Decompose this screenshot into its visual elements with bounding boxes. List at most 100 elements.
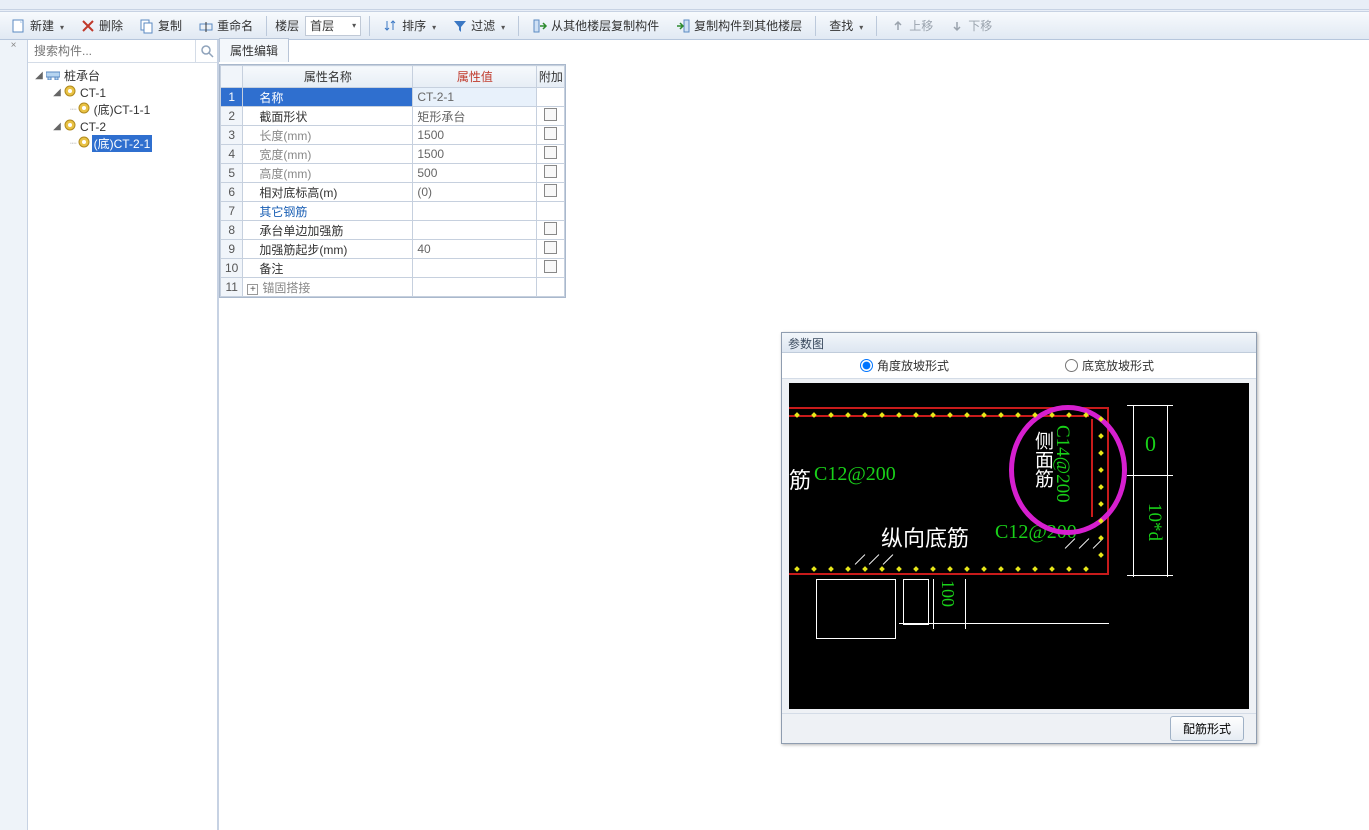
menubar-stub: [0, 0, 1369, 10]
table-row[interactable]: 8 承台单边加强筋: [221, 221, 565, 240]
move-up-button[interactable]: 上移: [885, 15, 938, 37]
component-tree[interactable]: ◢ 桩承台 ◢ CT-1 ┈ (底)CT-1-1 ◢ CT-2 ┈: [28, 63, 217, 830]
filter-button[interactable]: 过滤: [447, 15, 510, 37]
rebar-form-button[interactable]: 配筋形式: [1170, 716, 1244, 741]
collapse-icon[interactable]: ◢: [52, 87, 62, 98]
pile-cap-icon: [46, 68, 60, 83]
arrow-down-icon: [949, 18, 965, 34]
chevron-down-icon[interactable]: [57, 19, 64, 33]
copy-icon: [139, 18, 155, 34]
table-row[interactable]: 3 长度(mm) 1500: [221, 126, 565, 145]
delete-button[interactable]: 删除: [75, 15, 128, 37]
delete-icon: [80, 18, 96, 34]
search-bar: [28, 40, 217, 63]
panel-title[interactable]: 参数图: [782, 333, 1256, 353]
table-row[interactable]: 6 相对底标高(m) (0): [221, 183, 565, 202]
table-row[interactable]: 9 加强筋起步(mm) 40: [221, 240, 565, 259]
table-row[interactable]: 2 截面形状 矩形承台: [221, 107, 565, 126]
parameter-diagram-panel[interactable]: 参数图 角度放坡形式 底宽放坡形式 筋 C12@200 纵向底筋 C12@200…: [781, 332, 1257, 744]
tree-root-label: 桩承台: [62, 67, 102, 84]
filter-icon: [452, 18, 468, 34]
tree-root[interactable]: ◢ 桩承台: [30, 67, 215, 84]
radio-width-slope[interactable]: 底宽放坡形式: [1065, 357, 1154, 374]
left-gutter: ×: [0, 40, 28, 830]
checkbox-icon: [544, 184, 557, 197]
separator: [876, 16, 877, 36]
diagram-value: C12@200: [814, 463, 896, 486]
arrow-up-icon: [890, 18, 906, 34]
separator: [518, 16, 519, 36]
table-row[interactable]: 1 名称 CT-2-1: [221, 88, 565, 107]
chevron-down-icon[interactable]: [498, 19, 505, 33]
checkbox-icon: [544, 222, 557, 235]
radio-angle-slope[interactable]: 角度放坡形式: [860, 357, 949, 374]
table-header: 属性名称 属性值 附加: [221, 66, 565, 88]
gear-icon: [64, 85, 76, 100]
table-row[interactable]: 11 +锚固搭接: [221, 278, 565, 297]
copy-from-label: 从其他楼层复制构件: [551, 17, 659, 34]
copy-to-other-button[interactable]: 复制构件到其他楼层: [670, 15, 807, 37]
tree-ct2-label: CT-2: [78, 120, 108, 134]
highlight-ellipse: [1009, 405, 1127, 535]
checkbox-icon: [544, 260, 557, 273]
tree-ct2[interactable]: ◢ CT-2: [30, 118, 215, 135]
table-row[interactable]: 4 宽度(mm) 1500: [221, 145, 565, 164]
floor-label: 楼层: [275, 17, 299, 34]
search-input[interactable]: [28, 40, 195, 62]
copy-from-icon: [532, 18, 548, 34]
search-icon[interactable]: [195, 40, 217, 62]
table-row[interactable]: 7 其它钢筋: [221, 202, 565, 221]
tree-line: ┈: [70, 103, 76, 116]
tree-panel: ◢ 桩承台 ◢ CT-1 ┈ (底)CT-1-1 ◢ CT-2 ┈: [28, 40, 218, 830]
checkbox-icon: [544, 241, 557, 254]
chevron-down-icon[interactable]: [856, 19, 863, 33]
diagram-label: 筋: [789, 463, 811, 495]
floor-select[interactable]: 首层 ▾: [305, 16, 361, 36]
diagram-dim-10d: 10*d: [1143, 503, 1165, 541]
close-corner-icon[interactable]: ×: [0, 40, 27, 56]
copy-label: 复制: [158, 17, 182, 34]
panel-button-row: 配筋形式: [782, 713, 1256, 743]
gear-icon: [78, 136, 90, 151]
tree-ct2-child[interactable]: ┈ (底)CT-2-1: [30, 135, 215, 152]
expand-icon[interactable]: +: [247, 284, 258, 295]
find-button[interactable]: 查找: [824, 15, 868, 37]
checkbox-icon: [544, 165, 557, 178]
copy-from-other-button[interactable]: 从其他楼层复制构件: [527, 15, 664, 37]
rebar-diagram-canvas[interactable]: 筋 C12@200 纵向底筋 C12@200 侧面筋 C14@200 0 10*…: [789, 383, 1249, 709]
copy-button[interactable]: 复制: [134, 15, 187, 37]
diagram-label: 纵向底筋: [881, 521, 969, 553]
collapse-icon[interactable]: ◢: [52, 121, 62, 132]
new-icon: [11, 18, 27, 34]
tab-property-edit[interactable]: 属性编辑: [219, 38, 289, 62]
new-button[interactable]: 新建: [6, 15, 69, 37]
sort-button[interactable]: 排序: [378, 15, 441, 37]
gear-icon: [64, 119, 76, 134]
find-label: 查找: [829, 17, 853, 34]
rename-icon: [198, 18, 214, 34]
delete-label: 删除: [99, 17, 123, 34]
diagram-dim-zero: 0: [1145, 431, 1156, 457]
slope-radio-group: 角度放坡形式 底宽放坡形式: [782, 353, 1256, 379]
toolbar: 新建 删除 复制 重命名 楼层 首层 ▾ 排序 过滤: [0, 12, 1369, 40]
table-row[interactable]: 10 备注: [221, 259, 565, 278]
collapse-icon[interactable]: ◢: [34, 70, 44, 81]
floor-value: 首层: [310, 17, 334, 34]
move-down-button[interactable]: 下移: [944, 15, 997, 37]
property-tabbar: 属性编辑: [219, 40, 289, 62]
filter-label: 过滤: [471, 17, 495, 34]
property-table[interactable]: 属性名称 属性值 附加 1 名称 CT-2-1 2 截面形状 矩形承台: [219, 64, 566, 298]
separator: [369, 16, 370, 36]
separator: [815, 16, 816, 36]
col-value: 属性值: [413, 66, 537, 88]
tree-ct1-child[interactable]: ┈ (底)CT-1-1: [30, 101, 215, 118]
rename-label: 重命名: [217, 17, 253, 34]
table-row[interactable]: 5 高度(mm) 500: [221, 164, 565, 183]
tree-ct1[interactable]: ◢ CT-1: [30, 84, 215, 101]
checkbox-icon: [544, 127, 557, 140]
col-extra: 附加: [537, 66, 565, 88]
rename-button[interactable]: 重命名: [193, 15, 258, 37]
chevron-down-icon[interactable]: [429, 19, 436, 33]
tree-ct2-child-label: (底)CT-2-1: [92, 135, 153, 152]
tree-line: ┈: [70, 137, 76, 150]
